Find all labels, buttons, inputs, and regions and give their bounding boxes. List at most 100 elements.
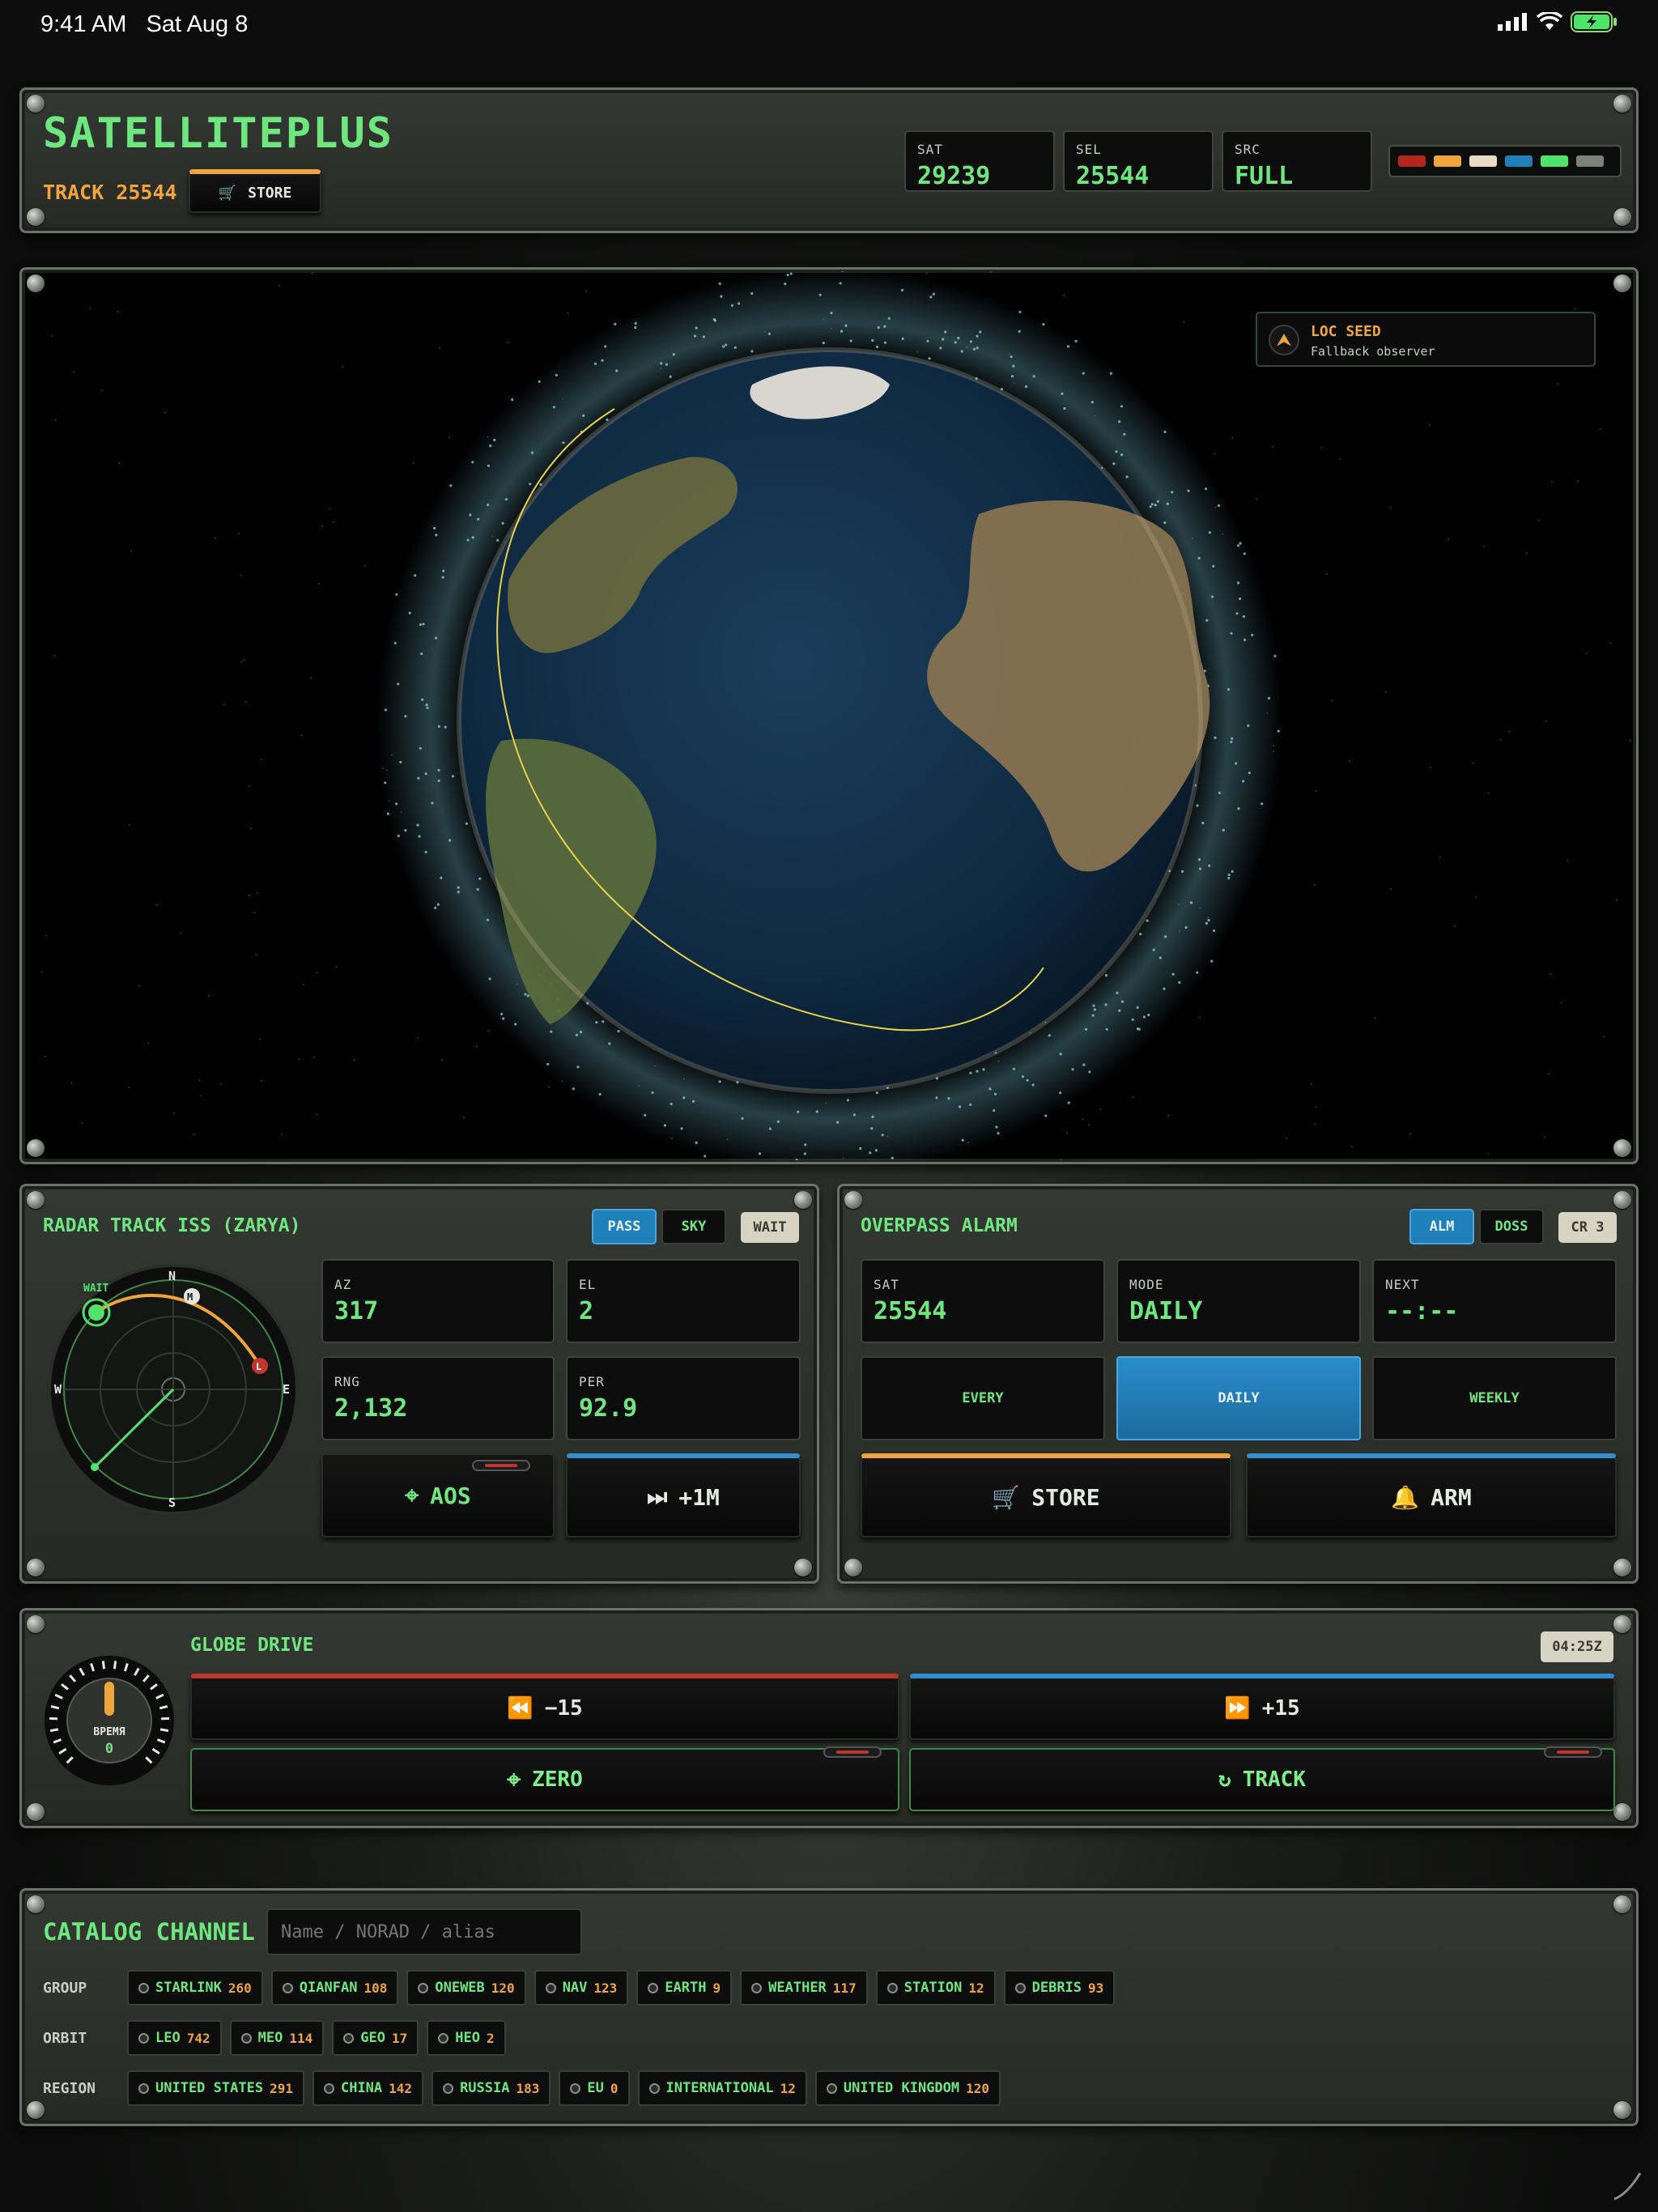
tab-doss[interactable]: DOSS bbox=[1479, 1209, 1544, 1244]
palette-swatch[interactable] bbox=[1434, 155, 1461, 167]
time-knob[interactable]: ВРЕМЯ 0 bbox=[43, 1654, 176, 1787]
arm-button[interactable]: 🔔 ARM bbox=[1246, 1453, 1617, 1538]
forward-15-button[interactable]: ⏩ +15 bbox=[909, 1674, 1615, 1740]
screw bbox=[1613, 1615, 1631, 1633]
filter-chip-united-kingdom[interactable]: UNITED KINGDOM 120 bbox=[814, 2070, 1001, 2106]
zero-button[interactable]: ⌖ ZERO bbox=[190, 1748, 899, 1811]
rewind-icon: ⏪ bbox=[507, 1696, 534, 1721]
chip-label: INTERNATIONAL bbox=[665, 2080, 774, 2096]
chip-label: DEBRIS bbox=[1031, 1980, 1082, 1996]
stat-src: SRC FULL bbox=[1222, 130, 1372, 192]
alarm-next: NEXT --:-- bbox=[1372, 1259, 1617, 1343]
palette-swatch[interactable] bbox=[1576, 155, 1604, 167]
filter-chip-weather[interactable]: WEATHER 117 bbox=[740, 1970, 868, 2006]
filter-chip-leo[interactable]: LEO 742 bbox=[127, 2020, 222, 2056]
chip-count: 183 bbox=[516, 2080, 540, 2096]
screw bbox=[27, 1615, 45, 1633]
screw bbox=[1613, 95, 1631, 113]
chip-label: ONEWEB bbox=[435, 1980, 485, 1996]
fast-forward-icon: ⏩ bbox=[1224, 1696, 1251, 1721]
battery-icon bbox=[1571, 11, 1617, 32]
catalog-panel: CATALOG CHANNEL GROUP STARLINK 260 QIANFAN… bbox=[19, 1888, 1639, 2126]
tab-alm[interactable]: ALM bbox=[1409, 1209, 1474, 1244]
screw bbox=[27, 2101, 45, 2119]
chip-count: 120 bbox=[966, 2080, 990, 2096]
tab-sky[interactable]: SKY bbox=[661, 1209, 726, 1244]
mode-daily-button[interactable]: DAILY bbox=[1116, 1356, 1361, 1440]
chip-toggle-dot bbox=[438, 2032, 449, 2044]
skip-forward-icon: ⏭ bbox=[647, 1483, 668, 1510]
chip-toggle-dot bbox=[1014, 1982, 1026, 1993]
screw bbox=[27, 95, 45, 113]
filter-chip-united-states[interactable]: UNITED STATES 291 bbox=[127, 2070, 304, 2106]
rewind-15-button[interactable]: ⏪ −15 bbox=[190, 1674, 899, 1740]
alarm-store-button[interactable]: 🛒 STORE bbox=[861, 1453, 1231, 1538]
orbit-row-label: ORBIT bbox=[43, 2030, 87, 2047]
filter-chip-russia[interactable]: RUSSIA 183 bbox=[432, 2070, 551, 2106]
chip-toggle-dot bbox=[282, 1982, 293, 1993]
palette-swatch[interactable] bbox=[1505, 155, 1533, 167]
filter-chip-heo[interactable]: HEO 2 bbox=[427, 2020, 506, 2056]
screw bbox=[27, 1895, 45, 1913]
globe-view[interactable] bbox=[23, 271, 1635, 1160]
chip-toggle-dot bbox=[826, 2082, 837, 2094]
chip-count: 12 bbox=[780, 2080, 796, 2096]
screw bbox=[1613, 1895, 1631, 1913]
readout-el: EL 2 bbox=[566, 1259, 801, 1343]
orbit-chips: LEO 742 MEO 114 GEO 17 HEO 2 bbox=[127, 2020, 514, 2056]
palette-swatch[interactable] bbox=[1398, 155, 1426, 167]
screw bbox=[1613, 1191, 1631, 1209]
screw bbox=[1613, 1559, 1631, 1576]
radar-marker-l-label: L bbox=[256, 1361, 261, 1372]
app-title: SATELLITEPLUS bbox=[43, 109, 393, 158]
chip-count: 17 bbox=[391, 2030, 408, 2046]
filter-chip-starlink[interactable]: STARLINK 260 bbox=[127, 1970, 263, 2006]
drive-track-button[interactable]: ↻ TRACK bbox=[909, 1748, 1615, 1811]
status-bar: 9:41 AM Sat Aug 8 bbox=[0, 0, 1658, 50]
theme-palette bbox=[1388, 145, 1622, 177]
chip-label: GEO bbox=[360, 2030, 385, 2046]
filter-chip-eu[interactable]: EU 0 bbox=[559, 2070, 630, 2106]
filter-chip-earth[interactable]: EARTH 9 bbox=[636, 1970, 733, 2006]
filter-chip-oneweb[interactable]: ONEWEB 120 bbox=[406, 1970, 526, 2006]
chip-label: WEATHER bbox=[768, 1980, 827, 1996]
chip-toggle-dot bbox=[443, 2082, 454, 2094]
catalog-search-input[interactable] bbox=[266, 1908, 582, 1955]
screw bbox=[844, 1559, 862, 1576]
filter-chip-china[interactable]: CHINA 142 bbox=[312, 2070, 424, 2106]
screw bbox=[27, 1191, 45, 1209]
chip-label: MEO bbox=[257, 2030, 283, 2046]
knob-value: 0 bbox=[105, 1741, 113, 1757]
filter-chip-debris[interactable]: DEBRIS 93 bbox=[1003, 1970, 1116, 2006]
resize-grip-icon[interactable] bbox=[1611, 2170, 1643, 2202]
signal-icon bbox=[1498, 13, 1527, 31]
catalog-title: CATALOG CHANNEL bbox=[43, 1918, 255, 1946]
chip-label: RUSSIA bbox=[460, 2080, 510, 2096]
filter-chip-meo[interactable]: MEO 114 bbox=[229, 2020, 325, 2056]
loc-seed-title: LOC SEED bbox=[1311, 323, 1381, 340]
filter-chip-nav[interactable]: NAV 123 bbox=[534, 1970, 629, 2006]
chip-label: QIANFAN bbox=[299, 1980, 358, 1996]
plus-1m-button[interactable]: ⏭ +1M bbox=[566, 1453, 801, 1538]
filter-chip-qianfan[interactable]: QIANFAN 108 bbox=[270, 1970, 399, 2006]
mode-weekly-button[interactable]: WEEKLY bbox=[1372, 1356, 1617, 1440]
palette-swatch[interactable] bbox=[1469, 155, 1497, 167]
mode-every-button[interactable]: EVERY bbox=[861, 1356, 1105, 1440]
region-chips: UNITED STATES 291 CHINA 142 RUSSIA 183 EU 0 INTE… bbox=[127, 2070, 1009, 2106]
chip-toggle-dot bbox=[138, 2082, 149, 2094]
filter-chip-geo[interactable]: GEO 17 bbox=[332, 2020, 419, 2056]
chip-count: 93 bbox=[1088, 1980, 1104, 1996]
compass-n: N bbox=[168, 1269, 176, 1283]
track-label: TRACK 25544 bbox=[43, 181, 177, 204]
screw bbox=[844, 1191, 862, 1209]
tab-pass[interactable]: PASS bbox=[592, 1209, 657, 1244]
header-store-button[interactable]: 🛒 STORE bbox=[189, 169, 321, 213]
filter-chip-international[interactable]: INTERNATIONAL 12 bbox=[637, 2070, 807, 2106]
filter-chip-station[interactable]: STATION 12 bbox=[875, 1970, 996, 2006]
zero-led bbox=[823, 1746, 882, 1758]
screw bbox=[1613, 2101, 1631, 2119]
palette-swatch[interactable] bbox=[1541, 155, 1568, 167]
loc-seed-badge[interactable]: ⮝ LOC SEED Fallback observer bbox=[1256, 312, 1596, 367]
radar-wait-label: WAIT bbox=[83, 1283, 108, 1295]
chip-count: 2 bbox=[486, 2030, 495, 2046]
